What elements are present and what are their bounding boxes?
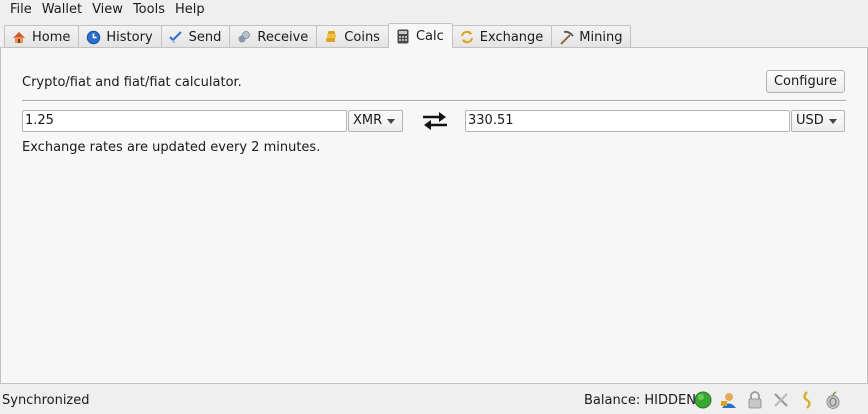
left-currency-select[interactable]: XMR xyxy=(348,110,403,132)
receive-icon xyxy=(236,29,252,45)
right-amount-input[interactable]: 330.51 xyxy=(465,110,790,132)
tab-receive[interactable]: Receive xyxy=(229,25,318,48)
tab-send-label: Send xyxy=(188,29,222,45)
account-icon[interactable] xyxy=(719,390,739,410)
lock-icon[interactable] xyxy=(745,390,765,410)
tab-home[interactable]: Home xyxy=(4,25,80,48)
exchange-rate-note: Exchange rates are updated every 2 minut… xyxy=(22,140,321,155)
tab-calc-label: Calc xyxy=(415,28,444,44)
menu-tools[interactable]: Tools xyxy=(128,0,170,20)
tab-home-label: Home xyxy=(32,29,71,45)
tab-calc[interactable]: Calc xyxy=(387,23,453,48)
tools-icon[interactable] xyxy=(771,390,791,410)
menu-help[interactable]: Help xyxy=(170,0,210,20)
pickaxe-icon xyxy=(558,29,574,45)
connection-status-icon[interactable] xyxy=(693,390,713,410)
swap-icon[interactable] xyxy=(421,110,449,132)
sync-status: Synchronized xyxy=(2,393,90,408)
menu-view[interactable]: View xyxy=(87,0,128,20)
tab-mining[interactable]: Mining xyxy=(551,25,632,48)
tab-exchange-label: Exchange xyxy=(479,29,544,45)
tab-exchange[interactable]: Exchange xyxy=(451,25,553,48)
tab-history[interactable]: History xyxy=(78,25,162,48)
left-amount-input[interactable]: 1.25 xyxy=(22,110,347,132)
menu-wallet[interactable]: Wallet xyxy=(37,0,87,20)
calculator-description: Crypto/fiat and fiat/fiat calculator. xyxy=(22,75,242,90)
exchange-icon xyxy=(459,29,475,45)
balance-label[interactable]: Balance: HIDDEN xyxy=(584,393,696,408)
send-icon xyxy=(168,29,184,45)
tab-mining-label: Mining xyxy=(579,29,623,45)
tab-coins-label: Coins xyxy=(344,29,380,45)
tab-history-label: History xyxy=(106,29,153,45)
right-currency-select[interactable]: USD xyxy=(791,110,845,132)
left-currency-value: XMR xyxy=(353,113,383,128)
chevron-down-icon xyxy=(829,119,837,124)
tor-onion-icon[interactable] xyxy=(823,390,843,410)
configure-button[interactable]: Configure xyxy=(766,70,845,93)
menu-file[interactable]: File xyxy=(5,0,37,20)
separator xyxy=(22,100,846,102)
right-currency-value: USD xyxy=(796,113,824,128)
chevron-down-icon xyxy=(387,119,395,124)
tab-bar: Home History Send Receive Coins Calc Exc… xyxy=(4,23,632,48)
calculator-icon xyxy=(395,28,411,44)
home-icon xyxy=(11,29,27,45)
tab-receive-label: Receive xyxy=(257,29,309,45)
seed-icon[interactable] xyxy=(797,390,817,410)
calc-panel: Crypto/fiat and fiat/fiat calculator. Co… xyxy=(0,47,868,384)
menu-bar: File Wallet View Tools Help xyxy=(0,0,868,20)
tab-coins[interactable]: Coins xyxy=(316,25,389,48)
coins-icon xyxy=(323,29,339,45)
history-icon xyxy=(85,29,101,45)
tab-send[interactable]: Send xyxy=(160,25,231,48)
